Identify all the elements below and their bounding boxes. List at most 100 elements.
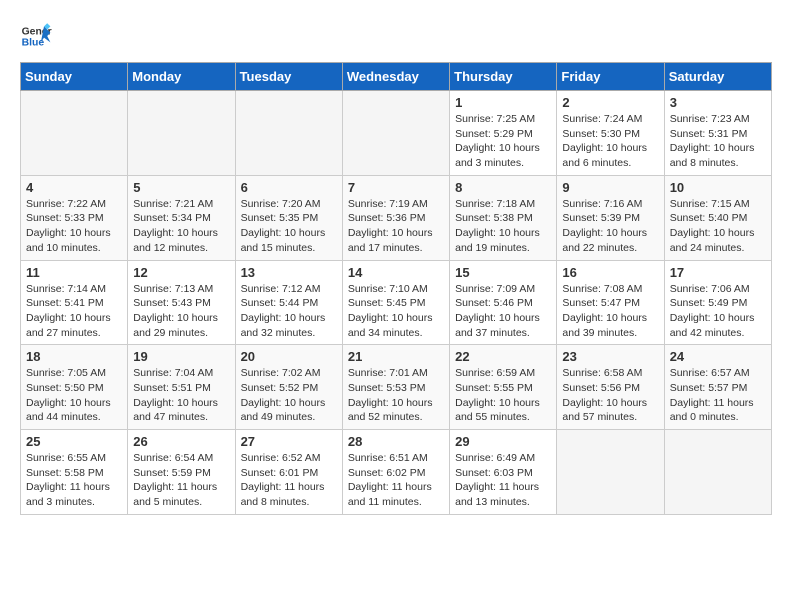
day-info: Sunrise: 7:23 AM Sunset: 5:31 PM Dayligh… [670, 112, 766, 171]
calendar-cell: 21Sunrise: 7:01 AM Sunset: 5:53 PM Dayli… [342, 345, 449, 430]
col-header-tuesday: Tuesday [235, 63, 342, 91]
day-info: Sunrise: 7:10 AM Sunset: 5:45 PM Dayligh… [348, 282, 444, 341]
day-number: 21 [348, 349, 444, 364]
day-number: 27 [241, 434, 337, 449]
day-number: 16 [562, 265, 658, 280]
col-header-monday: Monday [128, 63, 235, 91]
calendar-cell: 8 Sunrise: 7:18 AM Sunset: 5:38 PM Daylig… [450, 175, 557, 260]
calendar-cell: 17 Sunrise: 7:06 AM Sunset: 5:49 PM Dayli… [664, 260, 771, 345]
day-number: 2 [562, 95, 658, 110]
day-number: 23 [562, 349, 658, 364]
calendar-cell: 20 Sunrise: 7:02 AM Sunset: 5:52 PM Dayli… [235, 345, 342, 430]
day-number: 20 [241, 349, 337, 364]
day-number: 1 [455, 95, 551, 110]
calendar-header-row: SundayMondayTuesdayWednesdayThursdayFrid… [21, 63, 772, 91]
day-info: Sunrise: 7:05 AM Sunset: 5:50 PM Dayligh… [26, 366, 122, 425]
day-number: 19 [133, 349, 229, 364]
calendar-cell: 9 Sunrise: 7:16 AM Sunset: 5:39 PM Daylig… [557, 175, 664, 260]
day-info: Sunrise: 6:49 AM Sunset: 6:03 PM Dayligh… [455, 451, 551, 510]
day-info: Sunrise: 7:15 AM Sunset: 5:40 PM Dayligh… [670, 197, 766, 256]
day-info: Sunrise: 7:24 AM Sunset: 5:30 PM Dayligh… [562, 112, 658, 171]
day-number: 12 [133, 265, 229, 280]
day-info: Sunrise: 7:22 AM Sunset: 5:33 PM Dayligh… [26, 197, 122, 256]
day-number: 22 [455, 349, 551, 364]
day-info: Sunrise: 7:13 AM Sunset: 5:43 PM Dayligh… [133, 282, 229, 341]
calendar-cell: 24 Sunrise: 6:57 AM Sunset: 5:57 PM Dayli… [664, 345, 771, 430]
calendar-week-row: 11 Sunrise: 7:14 AM Sunset: 5:41 PM Dayli… [21, 260, 772, 345]
col-header-thursday: Thursday [450, 63, 557, 91]
day-info: Sunrise: 6:55 AM Sunset: 5:58 PM Dayligh… [26, 451, 122, 510]
day-number: 6 [241, 180, 337, 195]
day-info: Sunrise: 7:14 AM Sunset: 5:41 PM Dayligh… [26, 282, 122, 341]
day-info: Sunrise: 7:18 AM Sunset: 5:38 PM Dayligh… [455, 197, 551, 256]
page-header: General Blue [20, 20, 772, 52]
calendar-cell: 14Sunrise: 7:10 AM Sunset: 5:45 PM Dayli… [342, 260, 449, 345]
calendar-cell: 26Sunrise: 6:54 AM Sunset: 5:59 PM Dayli… [128, 430, 235, 515]
day-info: Sunrise: 7:12 AM Sunset: 5:44 PM Dayligh… [241, 282, 337, 341]
logo-icon: General Blue [20, 20, 52, 52]
day-info: Sunrise: 6:51 AM Sunset: 6:02 PM Dayligh… [348, 451, 444, 510]
day-number: 18 [26, 349, 122, 364]
day-number: 3 [670, 95, 766, 110]
day-info: Sunrise: 7:08 AM Sunset: 5:47 PM Dayligh… [562, 282, 658, 341]
calendar-cell [342, 91, 449, 176]
calendar-cell: 3 Sunrise: 7:23 AM Sunset: 5:31 PM Daylig… [664, 91, 771, 176]
day-number: 4 [26, 180, 122, 195]
day-number: 9 [562, 180, 658, 195]
calendar-cell: 4 Sunrise: 7:22 AM Sunset: 5:33 PM Daylig… [21, 175, 128, 260]
calendar-cell: 11 Sunrise: 7:14 AM Sunset: 5:41 PM Dayli… [21, 260, 128, 345]
day-info: Sunrise: 7:09 AM Sunset: 5:46 PM Dayligh… [455, 282, 551, 341]
day-info: Sunrise: 7:04 AM Sunset: 5:51 PM Dayligh… [133, 366, 229, 425]
col-header-friday: Friday [557, 63, 664, 91]
calendar-cell: 23 Sunrise: 6:58 AM Sunset: 5:56 PM Dayli… [557, 345, 664, 430]
calendar-week-row: 4 Sunrise: 7:22 AM Sunset: 5:33 PM Daylig… [21, 175, 772, 260]
day-number: 17 [670, 265, 766, 280]
calendar-week-row: 1 Sunrise: 7:25 AM Sunset: 5:29 PM Daylig… [21, 91, 772, 176]
day-number: 10 [670, 180, 766, 195]
col-header-saturday: Saturday [664, 63, 771, 91]
day-info: Sunrise: 7:20 AM Sunset: 5:35 PM Dayligh… [241, 197, 337, 256]
calendar-cell: 19 Sunrise: 7:04 AM Sunset: 5:51 PM Dayli… [128, 345, 235, 430]
day-number: 28 [348, 434, 444, 449]
day-number: 15 [455, 265, 551, 280]
calendar-cell: 29Sunrise: 6:49 AM Sunset: 6:03 PM Dayli… [450, 430, 557, 515]
calendar-cell: 13 Sunrise: 7:12 AM Sunset: 5:44 PM Dayli… [235, 260, 342, 345]
calendar-cell [235, 91, 342, 176]
calendar-cell: 5 Sunrise: 7:21 AM Sunset: 5:34 PM Daylig… [128, 175, 235, 260]
logo: General Blue [20, 20, 52, 52]
day-info: Sunrise: 6:59 AM Sunset: 5:55 PM Dayligh… [455, 366, 551, 425]
day-number: 24 [670, 349, 766, 364]
day-info: Sunrise: 7:06 AM Sunset: 5:49 PM Dayligh… [670, 282, 766, 341]
day-number: 7 [348, 180, 444, 195]
calendar-cell: 16 Sunrise: 7:08 AM Sunset: 5:47 PM Dayli… [557, 260, 664, 345]
calendar-week-row: 18 Sunrise: 7:05 AM Sunset: 5:50 PM Dayli… [21, 345, 772, 430]
calendar-table: SundayMondayTuesdayWednesdayThursdayFrid… [20, 62, 772, 515]
calendar-cell [664, 430, 771, 515]
calendar-cell: 1 Sunrise: 7:25 AM Sunset: 5:29 PM Daylig… [450, 91, 557, 176]
calendar-cell: 15 Sunrise: 7:09 AM Sunset: 5:46 PM Dayli… [450, 260, 557, 345]
calendar-cell [21, 91, 128, 176]
calendar-cell: 6 Sunrise: 7:20 AM Sunset: 5:35 PM Daylig… [235, 175, 342, 260]
day-number: 8 [455, 180, 551, 195]
calendar-cell: 28 Sunrise: 6:51 AM Sunset: 6:02 PM Dayli… [342, 430, 449, 515]
calendar-cell: 10 Sunrise: 7:15 AM Sunset: 5:40 PM Dayli… [664, 175, 771, 260]
day-info: Sunrise: 7:02 AM Sunset: 5:52 PM Dayligh… [241, 366, 337, 425]
day-info: Sunrise: 6:58 AM Sunset: 5:56 PM Dayligh… [562, 366, 658, 425]
calendar-cell [557, 430, 664, 515]
day-number: 5 [133, 180, 229, 195]
day-number: 26 [133, 434, 229, 449]
day-info: Sunrise: 7:16 AM Sunset: 5:39 PM Dayligh… [562, 197, 658, 256]
day-info: Sunrise: 7:25 AM Sunset: 5:29 PM Dayligh… [455, 112, 551, 171]
calendar-cell: 7 Sunrise: 7:19 AM Sunset: 5:36 PM Daylig… [342, 175, 449, 260]
calendar-week-row: 25 Sunrise: 6:55 AM Sunset: 5:58 PM Dayli… [21, 430, 772, 515]
col-header-sunday: Sunday [21, 63, 128, 91]
day-info: Sunrise: 7:21 AM Sunset: 5:34 PM Dayligh… [133, 197, 229, 256]
day-number: 11 [26, 265, 122, 280]
day-info: Sunrise: 6:57 AM Sunset: 5:57 PM Dayligh… [670, 366, 766, 425]
calendar-cell: 22 Sunrise: 6:59 AM Sunset: 5:55 PM Dayli… [450, 345, 557, 430]
day-number: 13 [241, 265, 337, 280]
day-info: Sunrise: 7:19 AM Sunset: 5:36 PM Dayligh… [348, 197, 444, 256]
calendar-cell: 27Sunrise: 6:52 AM Sunset: 6:01 PM Dayli… [235, 430, 342, 515]
day-number: 25 [26, 434, 122, 449]
col-header-wednesday: Wednesday [342, 63, 449, 91]
